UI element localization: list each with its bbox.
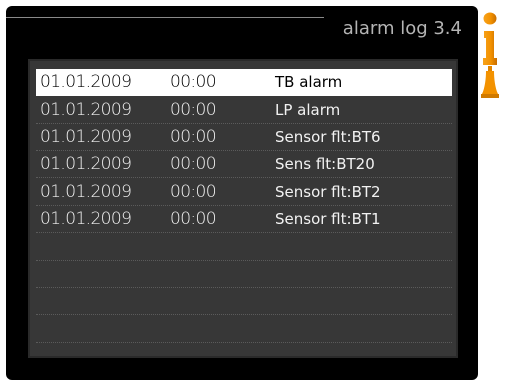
log-date: 01.01.2009 bbox=[40, 154, 132, 174]
log-time: 00:00 bbox=[170, 100, 217, 120]
log-alarm-text: Sens flt:BT20 bbox=[275, 155, 375, 173]
log-alarm-text: Sensor flt:BT1 bbox=[275, 210, 381, 228]
log-time: 00:00 bbox=[170, 127, 217, 147]
alarm-bell-icon bbox=[481, 66, 499, 98]
alarm-log-list: 01.01.2009 00:00 TB alarm 01.01.2009 00:… bbox=[30, 61, 456, 356]
log-alarm-text: Sensor flt:BT2 bbox=[275, 183, 381, 201]
log-alarm-text: LP alarm bbox=[275, 101, 341, 119]
log-date: 01.01.2009 bbox=[40, 100, 132, 120]
info-icon bbox=[483, 12, 497, 65]
log-time: 00:00 bbox=[170, 182, 217, 202]
log-date: 01.01.2009 bbox=[40, 72, 132, 92]
log-time: 00:00 bbox=[170, 154, 217, 174]
log-row[interactable]: 01.01.2009 00:00 LP alarm bbox=[36, 97, 452, 124]
log-alarm-text: Sensor flt:BT6 bbox=[275, 128, 381, 146]
log-row[interactable]: 01.01.2009 00:00 Sens flt:BT20 bbox=[36, 151, 452, 178]
log-date: 01.01.2009 bbox=[40, 182, 132, 202]
log-date: 01.01.2009 bbox=[40, 209, 132, 229]
menu-title: alarm log 3.4 bbox=[342, 18, 462, 39]
log-time: 00:00 bbox=[170, 72, 217, 92]
log-alarm-text: TB alarm bbox=[275, 73, 343, 91]
log-row[interactable]: 01.01.2009 00:00 Sensor flt:BT1 bbox=[36, 206, 452, 233]
log-date: 01.01.2009 bbox=[40, 127, 132, 147]
empty-log-row bbox=[36, 261, 452, 288]
log-row[interactable]: 01.01.2009 00:00 Sensor flt:BT6 bbox=[36, 124, 452, 151]
empty-log-row bbox=[36, 288, 452, 315]
log-row[interactable]: 01.01.2009 00:00 TB alarm bbox=[36, 69, 452, 96]
empty-log-row bbox=[36, 234, 452, 261]
log-time: 00:00 bbox=[170, 209, 217, 229]
display-screen: alarm log 3.4 01.01.2009 00:00 TB alarm … bbox=[6, 6, 478, 380]
log-row[interactable]: 01.01.2009 00:00 Sensor flt:BT2 bbox=[36, 179, 452, 206]
header-divider bbox=[6, 17, 324, 18]
empty-log-row bbox=[36, 316, 452, 343]
